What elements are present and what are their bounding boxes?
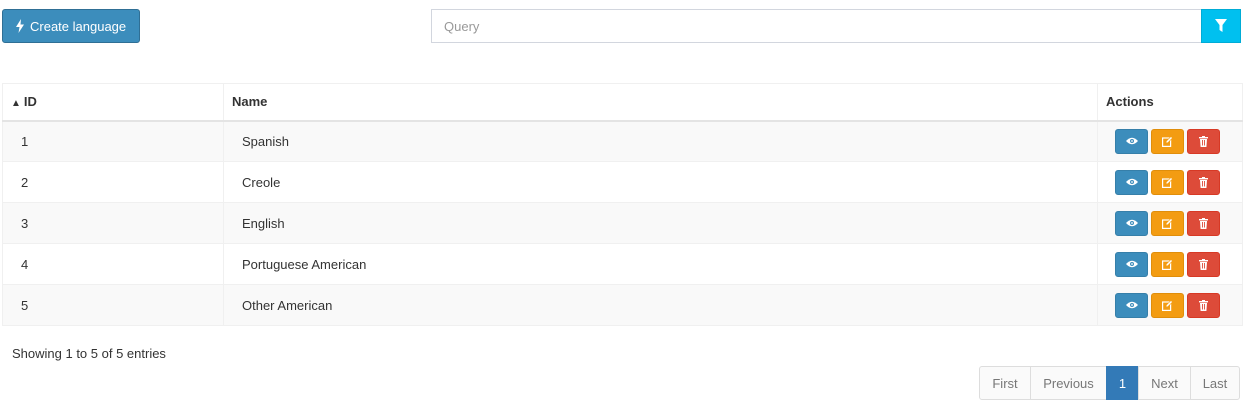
pagination-next[interactable]: Next	[1138, 366, 1191, 400]
row-id: 5	[21, 297, 29, 313]
cell-name: Spanish	[223, 120, 1098, 162]
cell-name: Other American	[223, 284, 1098, 326]
cell-actions	[1097, 161, 1243, 203]
cell-name: Portuguese American	[223, 243, 1098, 285]
edit-icon	[1162, 299, 1173, 311]
row-id: 1	[21, 133, 29, 149]
column-header-id-label: ID	[23, 94, 37, 110]
column-header-actions-label: Actions	[1106, 94, 1154, 110]
edit-button[interactable]	[1151, 292, 1184, 318]
column-header-actions: Actions	[1097, 83, 1243, 122]
pagination-last[interactable]: Last	[1190, 366, 1240, 400]
table-header-row: ▲ ID Name Actions	[2, 83, 1243, 122]
filter-icon	[1215, 19, 1227, 32]
edit-icon	[1162, 217, 1173, 229]
cell-id: 1	[2, 120, 224, 162]
trash-icon	[1199, 258, 1208, 270]
cell-id: 3	[2, 202, 224, 244]
cell-actions	[1097, 202, 1243, 244]
view-button[interactable]	[1115, 292, 1148, 318]
row-id: 3	[21, 215, 29, 231]
pagination-previous[interactable]: Previous	[1030, 366, 1107, 400]
edit-icon	[1162, 258, 1173, 270]
trash-icon	[1199, 135, 1208, 147]
column-header-id[interactable]: ▲ ID	[2, 83, 224, 122]
column-header-name[interactable]: Name	[223, 83, 1098, 122]
delete-button[interactable]	[1187, 251, 1220, 277]
cell-actions	[1097, 120, 1243, 162]
table-row: 3 English	[2, 202, 1243, 244]
cell-id: 4	[2, 243, 224, 285]
trash-icon	[1199, 176, 1208, 188]
entries-info: Showing 1 to 5 of 5 entries	[12, 346, 166, 361]
trash-icon	[1199, 299, 1208, 311]
table-row: 4 Portuguese American	[2, 243, 1243, 285]
cell-id: 5	[2, 284, 224, 326]
table-row: 1 Spanish	[2, 120, 1243, 162]
cell-name: English	[223, 202, 1098, 244]
pagination-page-1[interactable]: 1	[1106, 366, 1139, 400]
eye-icon	[1125, 138, 1138, 145]
view-button[interactable]	[1115, 251, 1148, 277]
delete-button[interactable]	[1187, 210, 1220, 236]
edit-button[interactable]	[1151, 169, 1184, 195]
row-name: Creole	[242, 174, 281, 190]
edit-icon	[1162, 176, 1173, 188]
eye-icon	[1125, 178, 1138, 186]
create-language-button[interactable]: Create language	[2, 9, 140, 43]
cell-actions	[1097, 284, 1243, 326]
row-id: 2	[21, 174, 29, 190]
table-row: 2 Creole	[2, 161, 1243, 203]
sort-ascending-icon: ▲	[11, 98, 21, 110]
row-name: English	[242, 215, 285, 231]
view-button[interactable]	[1115, 210, 1148, 236]
create-language-label: Create language	[30, 18, 127, 34]
delete-button[interactable]	[1187, 128, 1220, 154]
delete-button[interactable]	[1187, 169, 1220, 195]
eye-icon	[1125, 301, 1138, 309]
cell-actions	[1097, 243, 1243, 285]
row-name: Spanish	[242, 133, 289, 149]
view-button[interactable]	[1115, 128, 1148, 154]
pagination: First Previous 1 Next Last	[979, 366, 1240, 400]
eye-icon	[1125, 219, 1138, 227]
languages-table: ▲ ID Name Actions 1 Spanish 2 Creole 3 E…	[2, 83, 1243, 326]
eye-icon	[1125, 260, 1138, 268]
edit-button[interactable]	[1151, 251, 1184, 277]
pagination-first[interactable]: First	[979, 366, 1031, 400]
view-button[interactable]	[1115, 169, 1148, 195]
cell-name: Creole	[223, 161, 1098, 203]
edit-icon	[1162, 135, 1173, 147]
row-id: 4	[21, 256, 29, 272]
edit-button[interactable]	[1151, 210, 1184, 236]
filter-button[interactable]	[1201, 9, 1241, 43]
trash-icon	[1199, 217, 1208, 229]
edit-button[interactable]	[1151, 128, 1184, 154]
bolt-icon	[16, 19, 24, 33]
search-input[interactable]	[431, 9, 1201, 43]
column-header-name-label: Name	[232, 94, 268, 110]
cell-id: 2	[2, 161, 224, 203]
row-name: Other American	[242, 297, 333, 313]
table-row: 5 Other American	[2, 284, 1243, 326]
delete-button[interactable]	[1187, 292, 1220, 318]
row-name: Portuguese American	[242, 256, 367, 272]
